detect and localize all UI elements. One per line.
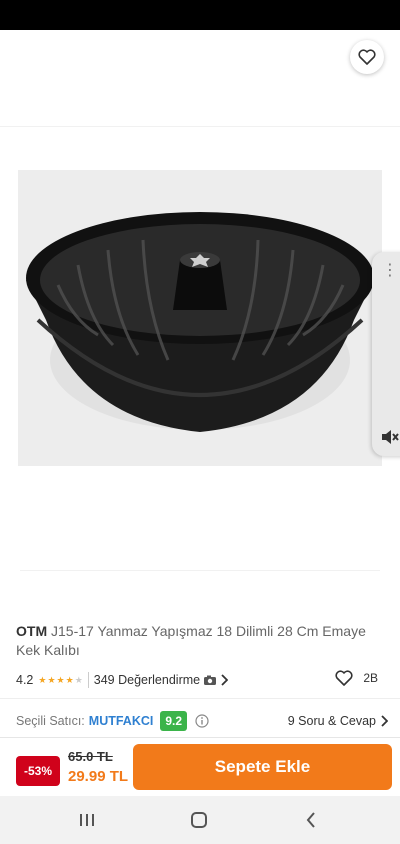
mute-icon[interactable] bbox=[380, 428, 400, 451]
like-button[interactable]: 2B bbox=[335, 670, 378, 686]
star-icon: ★ bbox=[38, 674, 47, 685]
camera-icon bbox=[204, 675, 217, 685]
rating-stars: ★ ★ ★ ★ ★ bbox=[38, 675, 82, 686]
new-price: 29.99 TL bbox=[68, 768, 129, 785]
purchase-bar: -53% 65.0 TL 29.99 TL Sepete Ekle bbox=[0, 737, 400, 796]
seller-row: Seçili Satıcı: MUTFAKCI 9.2 9 Soru & Cev… bbox=[16, 710, 388, 732]
home-icon bbox=[191, 812, 207, 828]
recent-apps-icon bbox=[80, 814, 94, 826]
like-count: 2B bbox=[363, 671, 378, 685]
more-dots-icon[interactable]: ⋮ bbox=[382, 260, 398, 280]
reviews-count: 349 Değerlendirme bbox=[93, 673, 201, 687]
seller-name-link[interactable]: MUTFAKCI bbox=[89, 714, 154, 728]
divider bbox=[87, 672, 89, 688]
recent-apps-button[interactable] bbox=[72, 808, 102, 832]
product-photo[interactable] bbox=[18, 170, 382, 466]
video-side-panel[interactable]: ⋮ bbox=[372, 252, 400, 456]
product-name: J15-17 Yanmaz Yapışmaz 18 Dilimli 28 Cm … bbox=[16, 623, 366, 658]
star-icon: ★ bbox=[56, 674, 65, 685]
heart-icon bbox=[335, 670, 353, 686]
rating-row: 4.2 ★ ★ ★ ★ ★ 349 Değerlendirme 2B bbox=[16, 670, 386, 690]
qa-label: 9 Soru & Cevap bbox=[287, 714, 376, 728]
qa-link[interactable]: 9 Soru & Cevap bbox=[288, 714, 388, 728]
divider bbox=[20, 570, 380, 571]
rating-value: 4.2 bbox=[16, 673, 34, 687]
reviews-link[interactable]: 349 Değerlendirme bbox=[93, 673, 229, 687]
back-arrow-icon bbox=[17, 48, 37, 66]
divider bbox=[0, 698, 400, 699]
heart-icon bbox=[358, 49, 376, 65]
share-button[interactable] bbox=[300, 42, 332, 72]
add-to-cart-button[interactable]: Sepete Ekle bbox=[133, 744, 392, 790]
star-icon: ★ bbox=[47, 674, 56, 685]
back-nav-button[interactable] bbox=[296, 808, 326, 832]
star-icon: ★ bbox=[65, 674, 74, 685]
product-image-gallery[interactable]: ⋮ bbox=[0, 30, 400, 602]
seller-score-badge: 9.2 bbox=[160, 711, 188, 731]
divider bbox=[0, 126, 400, 127]
favorite-button[interactable] bbox=[350, 40, 384, 74]
info-icon[interactable] bbox=[195, 714, 209, 728]
share-icon bbox=[307, 47, 325, 67]
chevron-right-icon bbox=[381, 715, 388, 727]
old-price: 65.0 TL bbox=[68, 749, 113, 764]
discount-badge: -53% bbox=[16, 756, 60, 786]
chevron-right-icon bbox=[221, 674, 229, 686]
back-button[interactable] bbox=[10, 42, 44, 72]
back-nav-icon bbox=[306, 812, 315, 828]
home-button[interactable] bbox=[184, 808, 214, 832]
status-bar bbox=[0, 0, 400, 30]
star-icon: ★ bbox=[74, 674, 83, 685]
product-title: OTM J15-17 Yanmaz Yapışmaz 18 Dilimli 28… bbox=[16, 622, 376, 660]
product-brand[interactable]: OTM bbox=[16, 623, 47, 639]
system-nav-bar bbox=[0, 796, 400, 844]
seller-label: Seçili Satıcı: bbox=[16, 714, 85, 728]
